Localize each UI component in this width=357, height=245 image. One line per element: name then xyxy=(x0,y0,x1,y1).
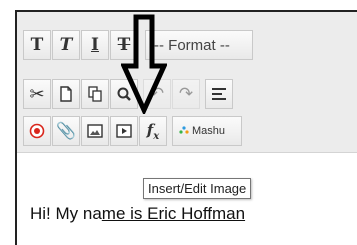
image-icon xyxy=(87,124,103,138)
media-icon xyxy=(116,124,132,138)
plugin-icon xyxy=(179,126,189,134)
editor-text-underlined: me is Eric Hoffman xyxy=(101,204,246,223)
attach-button[interactable]: 📎 xyxy=(52,116,80,146)
document-icon xyxy=(60,86,72,102)
insert-image-button[interactable] xyxy=(81,116,109,146)
editor-content[interactable]: Hi! My name is Eric Hoffman xyxy=(30,204,245,224)
editor-text-start: Hi! My na xyxy=(30,204,102,223)
formula-button[interactable]: fx xyxy=(139,116,167,146)
new-document-button[interactable] xyxy=(52,79,80,109)
record-button[interactable] xyxy=(23,116,51,146)
paperclip-icon: 📎 xyxy=(56,123,76,140)
down-arrow-icon xyxy=(121,14,167,114)
redo-icon: ↷ xyxy=(178,84,194,103)
align-left-button[interactable] xyxy=(205,79,233,109)
copy-button[interactable] xyxy=(81,79,109,109)
bold-button[interactable]: T xyxy=(23,30,51,60)
underline-icon: I xyxy=(91,35,99,55)
cut-button[interactable]: ✂ xyxy=(23,79,51,109)
fx-icon: fx xyxy=(146,120,160,142)
plugin-button[interactable]: Mashu xyxy=(172,116,242,146)
tooltip: Insert/Edit Image xyxy=(143,178,252,199)
insert-media-button[interactable] xyxy=(110,116,138,146)
underline-button[interactable]: I xyxy=(81,30,109,60)
italic-icon: T xyxy=(59,35,73,55)
bold-icon: T xyxy=(30,35,44,55)
redo-button[interactable]: ↷ xyxy=(172,79,200,109)
record-icon xyxy=(29,123,45,139)
scissors-icon: ✂ xyxy=(29,83,45,104)
plugin-label: Mashu xyxy=(192,125,226,137)
italic-button[interactable]: T xyxy=(52,30,80,60)
copy-icon xyxy=(88,86,102,102)
align-left-icon xyxy=(212,88,226,100)
